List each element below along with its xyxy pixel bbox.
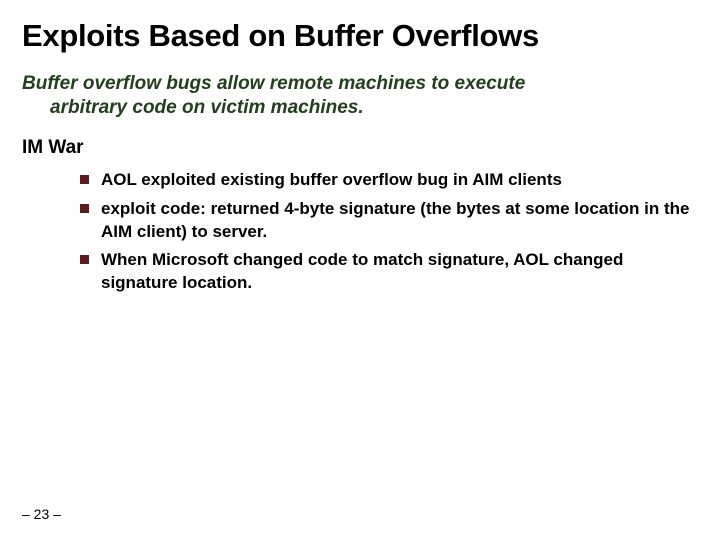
subtitle-line-2: arbitrary code on victim machines. bbox=[22, 96, 698, 120]
bullet-square-icon bbox=[80, 204, 89, 213]
slide: Exploits Based on Buffer Overflows Buffe… bbox=[0, 0, 720, 540]
section-heading: IM War bbox=[22, 137, 698, 159]
list-item: AOL exploited existing buffer overflow b… bbox=[80, 169, 698, 192]
list-item: When Microsoft changed code to match sig… bbox=[80, 249, 698, 295]
bullet-text: exploit code: returned 4-byte signature … bbox=[101, 198, 698, 244]
bullet-list: AOL exploited existing buffer overflow b… bbox=[22, 169, 698, 296]
bullet-text: AOL exploited existing buffer overflow b… bbox=[101, 169, 562, 192]
subtitle-line-1: Buffer overflow bugs allow remote machin… bbox=[22, 73, 525, 94]
bullet-square-icon bbox=[80, 255, 89, 264]
slide-subtitle: Buffer overflow bugs allow remote machin… bbox=[22, 72, 698, 121]
bullet-text: When Microsoft changed code to match sig… bbox=[101, 249, 698, 295]
slide-title: Exploits Based on Buffer Overflows bbox=[22, 18, 698, 54]
page-number: – 23 – bbox=[22, 506, 61, 522]
list-item: exploit code: returned 4-byte signature … bbox=[80, 198, 698, 244]
bullet-square-icon bbox=[80, 175, 89, 184]
